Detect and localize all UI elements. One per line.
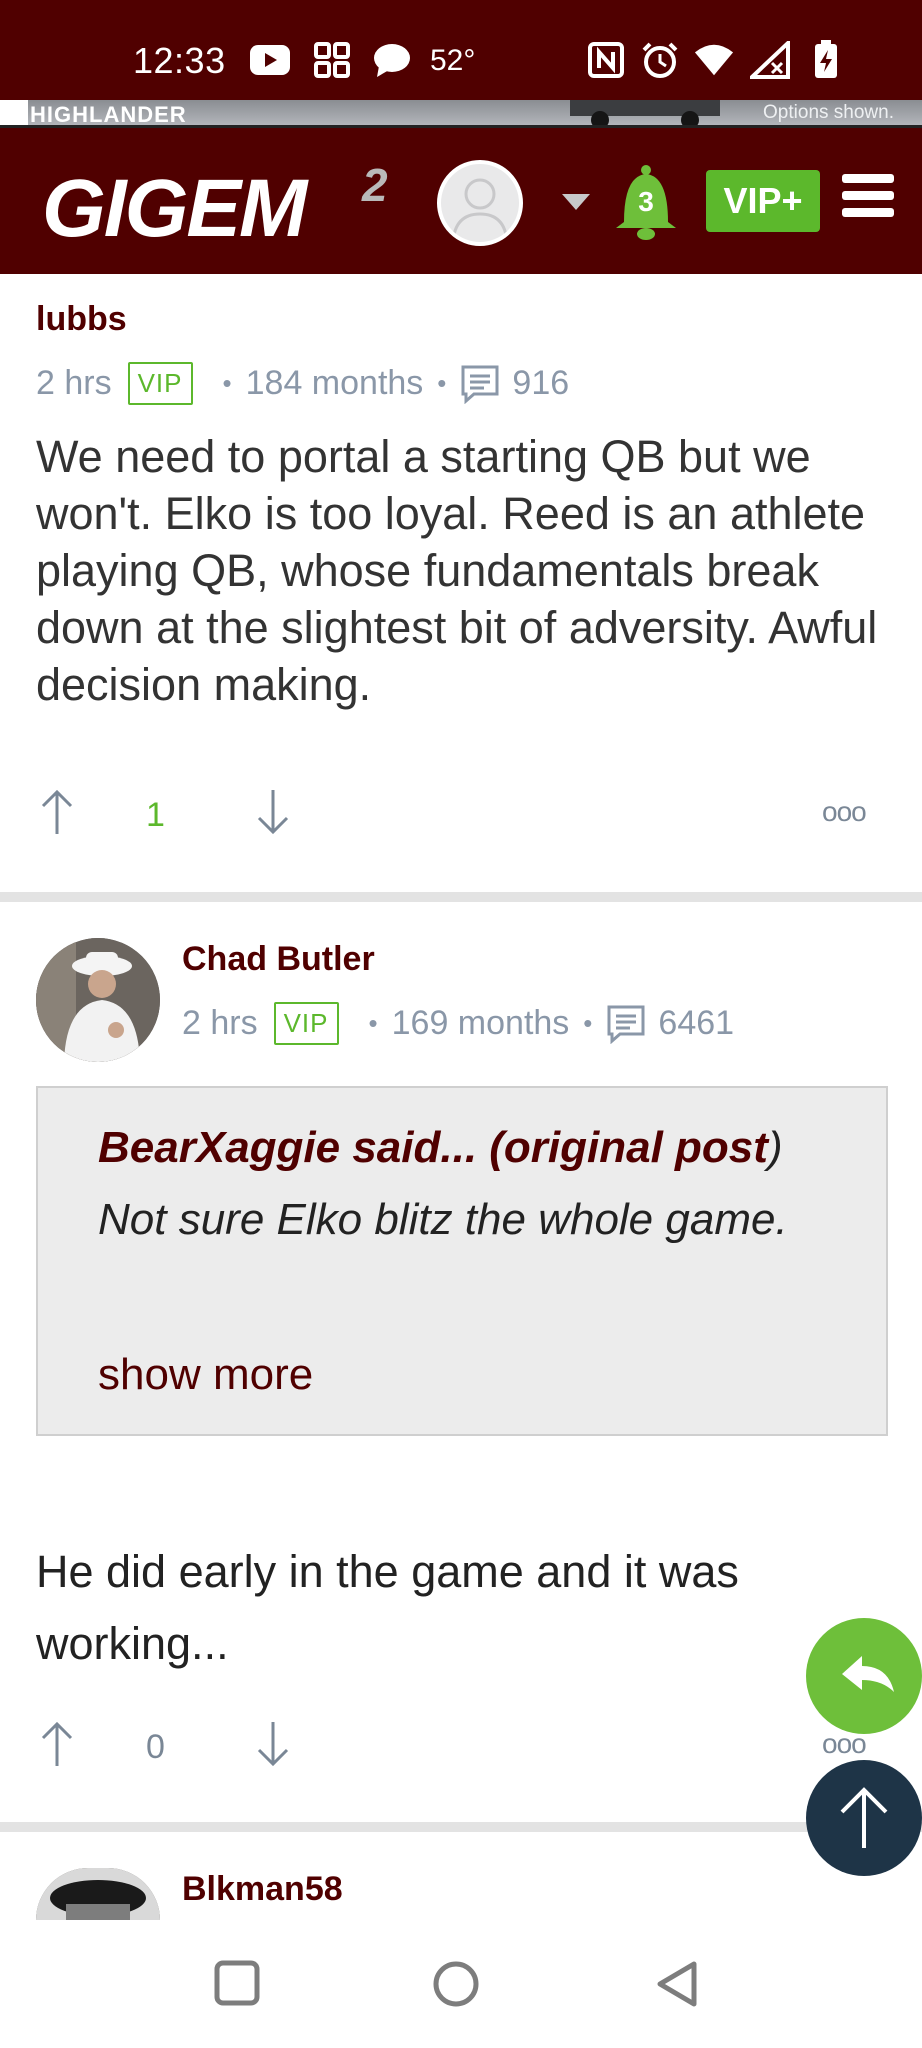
vote-count: 0 bbox=[146, 1728, 165, 1766]
meta-separator: • bbox=[222, 368, 232, 398]
post-author[interactable]: lubbs bbox=[36, 300, 127, 339]
youtube-icon bbox=[250, 40, 290, 80]
post-count: 916 bbox=[512, 364, 570, 402]
recent-apps-icon[interactable] bbox=[214, 1960, 260, 2006]
status-bar: 12:33 52° bbox=[0, 0, 922, 100]
vip-badge: VIP bbox=[127, 362, 193, 405]
default-user-icon bbox=[451, 178, 509, 242]
status-time: 12:33 bbox=[133, 40, 226, 81]
arrow-up-icon bbox=[840, 1787, 888, 1848]
reply-arrow-icon bbox=[842, 1656, 894, 1692]
upvote-arrow-icon[interactable] bbox=[40, 788, 74, 836]
post-body: He did early in the game and it was work… bbox=[36, 1546, 739, 1669]
chevron-down-icon[interactable] bbox=[562, 192, 590, 212]
logo-superscript: 2 bbox=[362, 159, 388, 211]
vip-plus-button[interactable]: VIP+ bbox=[706, 170, 820, 232]
back-icon[interactable] bbox=[654, 1960, 700, 2008]
hamburger-menu-icon[interactable] bbox=[842, 174, 894, 222]
post-time: 2 hrs bbox=[36, 364, 112, 402]
ad-edge bbox=[0, 100, 28, 128]
quote-author-link[interactable]: BearXaggie said... (original post bbox=[98, 1123, 768, 1172]
site-header: GIGEM 2 3 VIP+ bbox=[0, 128, 922, 274]
vote-count: 1 bbox=[146, 796, 165, 834]
avatar[interactable] bbox=[36, 938, 160, 1062]
quote-block: BearXaggie said... (original post) Not s… bbox=[36, 1086, 888, 1436]
quote-text: BearXaggie said... (original post) Not s… bbox=[98, 1112, 798, 1256]
post-meta: 2 hrs VIP • 169 months • 6461 bbox=[182, 1002, 734, 1045]
meta-separator: • bbox=[368, 1008, 378, 1038]
show-more-link[interactable]: show more bbox=[98, 1350, 313, 1400]
ad-disclaimer: Options shown. bbox=[763, 102, 894, 123]
comment-count-icon bbox=[461, 365, 499, 404]
reply-button[interactable] bbox=[806, 1618, 922, 1734]
post-divider bbox=[0, 892, 922, 902]
post-time: 2 hrs bbox=[182, 1004, 258, 1042]
alarm-icon bbox=[640, 40, 680, 80]
post-author[interactable]: Chad Butler bbox=[182, 940, 375, 979]
vip-badge: VIP bbox=[273, 1002, 339, 1045]
system-nav-bar bbox=[0, 1920, 922, 2048]
home-icon[interactable] bbox=[432, 1960, 480, 2008]
nfc-icon bbox=[586, 40, 626, 80]
member-tenure: 184 months bbox=[245, 364, 424, 402]
logo-text: GIGEM bbox=[42, 163, 307, 254]
post-divider bbox=[0, 1822, 922, 1832]
downvote-arrow-icon[interactable] bbox=[256, 1720, 290, 1768]
downvote-arrow-icon[interactable] bbox=[256, 788, 290, 836]
profile-avatar-button[interactable] bbox=[437, 160, 523, 246]
comment-count-icon bbox=[607, 1005, 645, 1044]
meta-separator: • bbox=[437, 368, 447, 398]
post-meta: 2 hrs VIP • 184 months • 916 bbox=[36, 362, 569, 405]
ad-banner[interactable]: HIGHLANDER Options shown. bbox=[0, 100, 922, 128]
ad-car-image bbox=[570, 100, 720, 128]
upvote-arrow-icon[interactable] bbox=[40, 1720, 74, 1768]
post-count: 6461 bbox=[658, 1004, 735, 1042]
post-author[interactable]: Blkman58 bbox=[182, 1870, 343, 1909]
scroll-to-top-button[interactable] bbox=[806, 1760, 922, 1876]
member-tenure: 169 months bbox=[391, 1004, 570, 1042]
wifi-icon bbox=[694, 40, 734, 80]
avatar[interactable] bbox=[36, 1868, 160, 1920]
battery-charging-icon bbox=[806, 40, 846, 80]
site-logo[interactable]: GIGEM bbox=[42, 162, 307, 256]
notification-count: 3 bbox=[638, 186, 654, 217]
post-body: We need to portal a starting QB but we w… bbox=[36, 431, 878, 710]
meta-separator: • bbox=[583, 1008, 593, 1038]
status-temperature: 52° bbox=[430, 44, 476, 77]
signal-icon bbox=[750, 40, 790, 80]
grid-apps-icon bbox=[312, 40, 352, 80]
chat-bubble-icon bbox=[372, 40, 412, 80]
more-options-icon[interactable]: ooo bbox=[822, 796, 867, 828]
